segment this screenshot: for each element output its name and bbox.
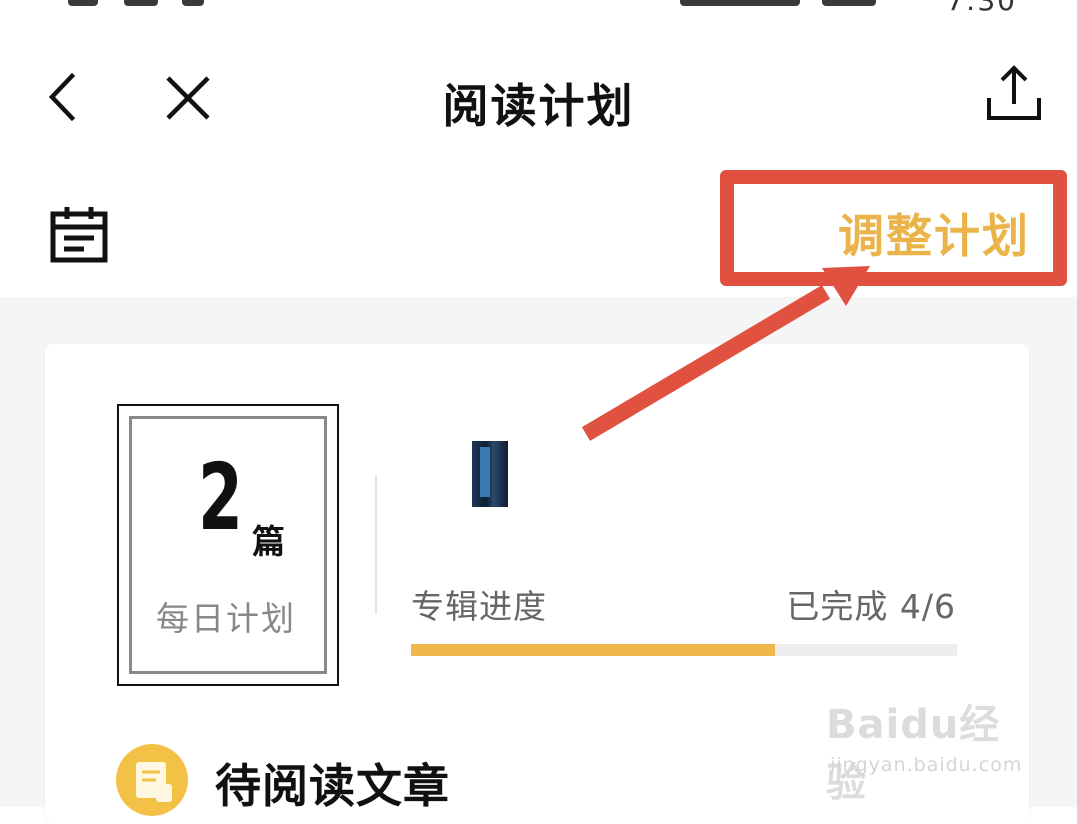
- article-icon: [116, 744, 188, 816]
- watermark-brand: Baidu经验: [826, 702, 1001, 806]
- arrow-head: [822, 266, 870, 306]
- annotation-arrow: [581, 266, 870, 441]
- arrow-shaft: [581, 285, 831, 441]
- watermark-url: jingyan.baidu.com: [830, 754, 1023, 776]
- baidu-watermark: Baidu经验 jingyan.baidu.com: [826, 692, 1026, 806]
- pending-articles-title: 待阅读文章: [215, 759, 450, 813]
